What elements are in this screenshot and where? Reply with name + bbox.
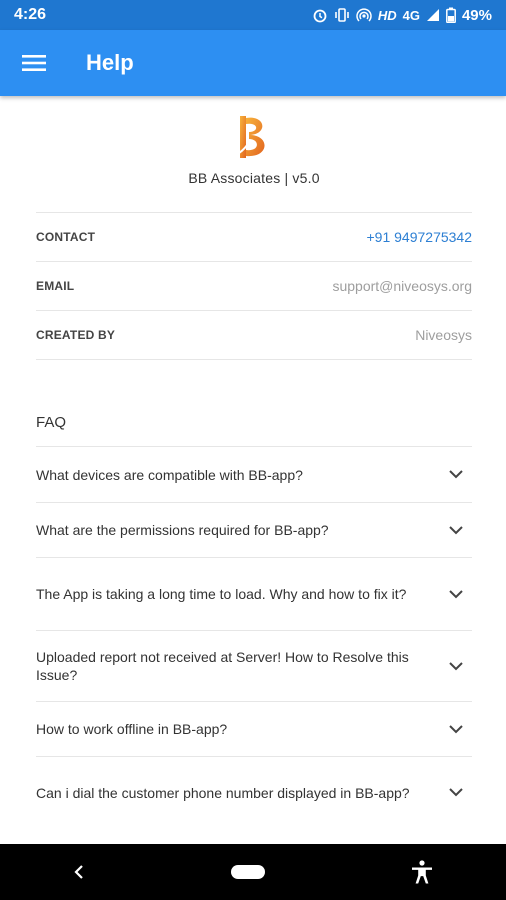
app-logo — [36, 114, 472, 160]
faq-item[interactable]: Can i dial the customer phone number dis… — [36, 756, 472, 828]
faq-item[interactable]: The App is taking a long time to load. W… — [36, 557, 472, 630]
home-button[interactable] — [231, 865, 265, 879]
chevron-down-icon — [444, 654, 468, 678]
created-by-label: CREATED BY — [36, 328, 116, 342]
chevron-down-icon — [444, 717, 468, 741]
chevron-down-icon — [444, 582, 468, 606]
status-time: 4:26 — [14, 6, 47, 23]
accessibility-button[interactable] — [411, 860, 433, 884]
accessibility-icon — [412, 860, 432, 884]
back-icon — [74, 865, 83, 879]
faq-question: Can i dial the customer phone number dis… — [36, 784, 410, 801]
vibrate-icon — [335, 8, 349, 22]
email-value[interactable]: support@niveosys.org — [332, 278, 472, 294]
system-nav-bar — [0, 844, 506, 900]
created-by-value: Niveosys — [415, 327, 472, 343]
faq-item[interactable]: How to work offline in BB-app? — [36, 701, 472, 756]
faq-question: How to work offline in BB-app? — [36, 721, 228, 737]
faq-title: FAQ — [36, 414, 67, 431]
alarm-icon — [313, 9, 327, 23]
faq-question: Uploaded report not received at Server! … — [36, 649, 409, 683]
menu-icon — [22, 55, 46, 71]
back-button[interactable] — [73, 864, 85, 880]
faq-question: What devices are compatible with BB-app? — [36, 466, 303, 483]
status-icons: HD 4G 49% — [312, 7, 492, 24]
menu-button[interactable] — [0, 30, 68, 96]
faq-question: What are the permissions required for BB… — [36, 522, 329, 538]
page-title: Help — [86, 50, 134, 75]
contact-label: CONTACT — [36, 230, 96, 244]
faq-item[interactable]: What are the permissions required for BB… — [36, 502, 472, 557]
faq-question: The App is taking a long time to load. W… — [36, 586, 407, 602]
signal-icon — [426, 9, 439, 21]
info-row-created-by: CREATED BY Niveosys — [36, 311, 472, 360]
email-label: EMAIL — [36, 279, 75, 293]
app-name-version: BB Associates | v5.0 — [188, 170, 320, 186]
status-bar: 4:26 HD 4G 49% — [0, 0, 506, 30]
faq-item[interactable]: What devices are compatible with BB-app? — [36, 446, 472, 502]
app-bar: Help — [0, 30, 506, 96]
contact-phone-link[interactable]: +91 9497275342 — [367, 229, 473, 245]
network-type: HD — [377, 7, 397, 23]
info-row-contact: CONTACT +91 9497275342 — [36, 213, 472, 262]
help-content: BB Associates | v5.0 CONTACT +91 9497275… — [36, 96, 472, 828]
battery-level: 49% — [461, 6, 492, 24]
chevron-down-icon — [444, 463, 468, 487]
battery-icon — [446, 7, 456, 23]
logo-icon — [236, 116, 265, 158]
chevron-down-icon — [444, 518, 468, 542]
info-row-email: EMAIL support@niveosys.org — [36, 262, 472, 311]
signal-type: 4G — [402, 7, 420, 23]
hotspot-icon — [356, 8, 372, 22]
faq-item[interactable]: Uploaded report not received at Server! … — [36, 630, 472, 701]
chevron-down-icon — [444, 781, 468, 805]
